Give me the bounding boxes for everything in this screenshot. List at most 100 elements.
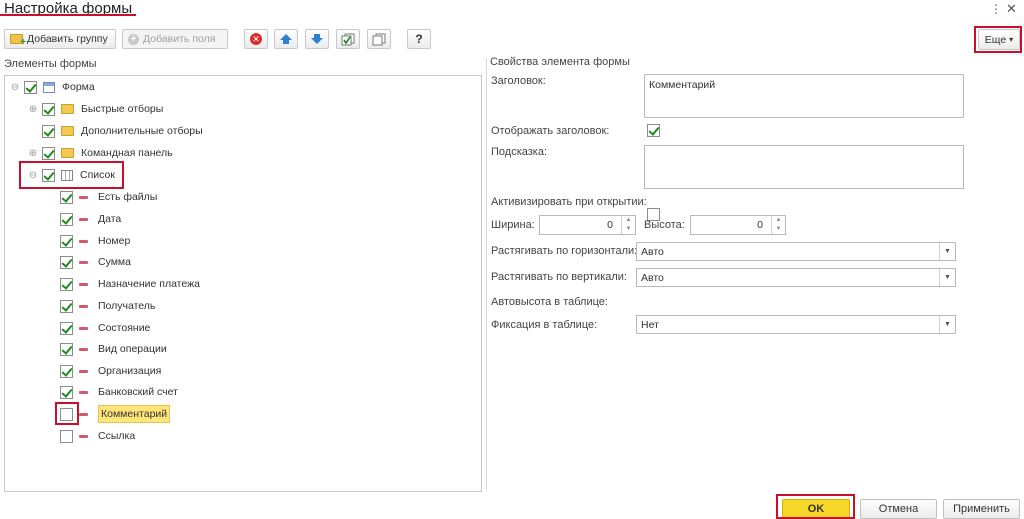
delete-button[interactable]: ✕ [244,29,268,49]
field-icon [79,326,88,330]
tree-checkbox[interactable] [60,255,73,269]
heading-input[interactable]: Комментарий [644,74,964,118]
activate-label: Активизировать при открытии: [491,196,647,208]
vertical-ellipsis-icon[interactable]: ⋮ [990,2,1002,16]
ok-button[interactable]: OK [782,499,850,519]
tree-row-quick-filters[interactable]: ⊕ Быстрые отборы [28,100,163,118]
tree-checkbox[interactable] [60,277,73,291]
tree-row-field[interactable]: Номер [60,232,130,250]
add-group-button[interactable]: Добавить группу [4,29,116,49]
tree-row-field[interactable]: Вид операции [60,340,167,358]
add-fields-button[interactable]: + Добавить поля [122,29,228,49]
width-value: 0 [607,219,613,231]
height-label: Высота: [644,219,685,231]
table-icon [61,169,73,181]
tree-checkbox[interactable] [60,407,73,421]
autoheight-label: Автовысота в таблице: [491,296,608,308]
chevron-down-icon[interactable]: ▼ [939,269,955,286]
arrow-up-icon [280,34,292,44]
uncheck-all-button[interactable] [367,29,391,49]
width-spinner[interactable]: 0 ▲ ▼ [539,215,636,235]
hint-label: Подсказка: [491,146,548,158]
tree-label: Получатель [98,300,156,312]
field-icon [79,390,88,394]
field-icon [79,347,88,351]
field-icon [79,369,88,373]
tree-label: Назначение платежа [98,278,200,290]
tree-checkbox[interactable] [42,168,55,182]
panel-splitter[interactable] [486,58,487,490]
tree-row-field[interactable]: Назначение платежа [60,275,200,293]
tree-row-comment[interactable]: Комментарий [60,405,171,423]
tree-checkbox[interactable] [60,385,73,399]
title-underline [0,14,136,16]
field-icon [79,304,88,308]
more-button[interactable]: Еще ▾ [978,29,1020,50]
show-heading-checkbox[interactable] [647,124,660,137]
folder-icon [61,104,74,114]
help-button[interactable]: ? [407,29,431,49]
tree-label: Есть файлы [98,191,158,203]
form-elements-title: Элементы формы [4,58,97,70]
tree-label: Организация [98,365,162,377]
tree-checkbox[interactable] [60,429,73,443]
tree-checkbox[interactable] [60,321,73,335]
spinner-arrows-icon[interactable]: ▲ ▼ [621,216,635,234]
field-icon [79,217,88,221]
tree-row-list[interactable]: ⊖ Список [28,166,115,184]
field-icon [79,434,88,438]
width-label: Ширина: [491,219,535,231]
expand-icon[interactable]: ⊕ [28,104,38,115]
chevron-down-icon[interactable]: ▼ [939,316,955,333]
tree-row-field[interactable]: Есть файлы [60,188,157,206]
tree-label: Список [80,169,115,181]
tree-row-field[interactable]: Дата [60,210,121,228]
collapse-icon[interactable]: ⊖ [10,82,20,93]
field-icon [79,239,88,243]
tree-row-form[interactable]: ⊖ Форма [10,78,95,96]
tree-label: Банковский счет [98,386,178,398]
cancel-button[interactable]: Отмена [860,499,937,519]
hint-input[interactable] [644,145,964,189]
tree-checkbox[interactable] [60,342,73,356]
stretch-v-value: Авто [641,272,664,284]
tree-row-field[interactable]: Получатель [60,297,155,315]
stretch-h-select[interactable]: Авто ▼ [636,242,956,261]
add-fields-label: Добавить поля [143,33,216,45]
tree-checkbox[interactable] [60,234,73,248]
tree-checkbox[interactable] [60,212,73,226]
spinner-arrows-icon[interactable]: ▲ ▼ [771,216,785,234]
height-value: 0 [757,219,763,231]
move-down-button[interactable] [305,29,329,49]
fix-select[interactable]: Нет ▼ [636,315,956,334]
check-all-icon [341,33,355,45]
tree-checkbox[interactable] [42,102,55,116]
apply-button[interactable]: Применить [943,499,1020,519]
tree-checkbox[interactable] [60,190,73,204]
plus-circle-icon: + [128,33,139,45]
arrow-down-icon [311,34,323,44]
heading-label: Заголовок: [491,75,546,87]
tree-row-field[interactable]: Сумма [60,253,131,271]
tree-row-field[interactable]: Организация [60,362,161,380]
close-icon[interactable]: ✕ [1006,1,1017,17]
tree-row-field[interactable]: Банковский счет [60,383,178,401]
tree-checkbox[interactable] [24,80,37,94]
chevron-down-icon[interactable]: ▼ [939,243,955,260]
tree-checkbox[interactable] [42,124,55,138]
height-spinner[interactable]: 0 ▲ ▼ [690,215,786,235]
tree-checkbox[interactable] [60,299,73,313]
check-all-button[interactable] [336,29,360,49]
move-up-button[interactable] [274,29,298,49]
form-icon [43,81,55,93]
collapse-icon[interactable]: ⊖ [28,170,38,181]
tree-checkbox[interactable] [42,146,55,160]
tree-row-field[interactable]: Состояние [60,319,150,337]
stretch-v-select[interactable]: Авто ▼ [636,268,956,287]
tree-row-field[interactable]: Ссылка [60,427,135,445]
expand-icon[interactable]: ⊕ [28,148,38,159]
tree-checkbox[interactable] [60,364,73,378]
tree-row-extra-filters[interactable]: Дополнительные отборы [42,122,203,140]
tree-row-command-panel[interactable]: ⊕ Командная панель [28,144,173,162]
field-icon [79,282,88,286]
